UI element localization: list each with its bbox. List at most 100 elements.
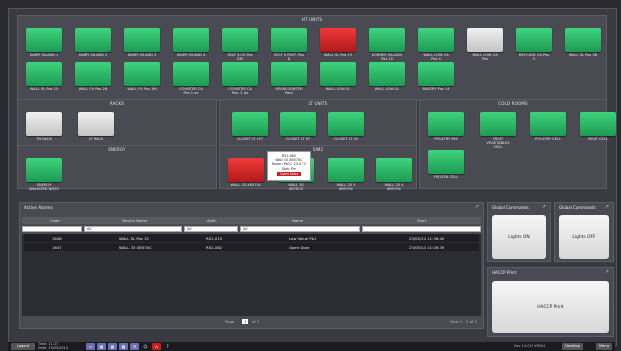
chart-icon[interactable]: ▩ (119, 343, 128, 350)
unit-status-button[interactable] (467, 28, 503, 52)
lights-on-button[interactable]: Lights ON (492, 215, 546, 259)
col-device-name[interactable]: Device Name (122, 218, 147, 223)
unit-status-button[interactable] (228, 158, 264, 182)
unit-status-button[interactable] (26, 62, 62, 86)
unit-status-button[interactable] (232, 112, 268, 136)
unit-tile[interactable]: ENERGY ANALYZER NM22 (26, 158, 62, 196)
unit-status-button[interactable] (280, 112, 316, 136)
unit-status-button[interactable] (428, 150, 464, 174)
unit-status-button[interactable] (271, 28, 307, 52)
page-number-input[interactable]: 1 (242, 319, 249, 324)
expand-icon[interactable]: ↗ (605, 204, 609, 210)
unit-tile[interactable]: REARCOUNTER Pos1 (271, 62, 307, 100)
list-icon[interactable]: ☰ (130, 343, 139, 350)
desktop-button[interactable]: Desktop (562, 343, 583, 350)
filter-name-select[interactable]: All (240, 226, 360, 232)
unit-tile[interactable]: KORNER SALADS Pos 15 (369, 28, 405, 66)
unit-tile[interactable]: SELF S.CS Pos 8M (222, 28, 258, 66)
unit-status-button[interactable] (75, 28, 111, 52)
unit-status-button[interactable] (124, 28, 160, 52)
unit-status-button[interactable] (369, 62, 405, 86)
wifi-icon[interactable]: ≈ (86, 343, 95, 350)
table-row[interactable]: 1648 WALL SL Pos 15 R51-010 Low Value Pb… (24, 234, 479, 242)
unit-tile[interactable]: DAIRY ISLAND 2 (75, 28, 111, 66)
unit-tile[interactable]: SELF S PAST. Pos 8 (271, 28, 307, 66)
unit-status-button[interactable] (320, 62, 356, 86)
unit-status-button[interactable] (26, 28, 62, 52)
cell-code: 1647 (52, 245, 62, 250)
alarm-popup[interactable]: R52-082 Wall 33 XB570C Room (Pb1): 23.4 … (267, 151, 311, 181)
unit-status-button[interactable] (428, 112, 464, 136)
unit-tile[interactable]: WALL LOW CA Pos (467, 28, 503, 66)
unit-tile[interactable]: POULTRY CELL (530, 112, 566, 150)
filter-device-select[interactable]: All (84, 226, 182, 232)
unit-label: DAIRY ISLAND 2 (78, 53, 108, 57)
unit-status-button[interactable] (124, 62, 160, 86)
unit-tile[interactable]: MEAT CELL (580, 112, 616, 150)
user-icon[interactable]: ☺ (141, 343, 150, 350)
unit-status-button[interactable] (222, 28, 258, 52)
col-name[interactable]: Name (292, 218, 303, 223)
unit-tile[interactable]: COUNTER CA Pos 1 ex (173, 62, 209, 100)
layout-icon[interactable]: ▦ (97, 343, 106, 350)
haccp-print-button[interactable]: HACCP Print (492, 281, 609, 333)
unit-tile[interactable]: WALL SL Pos 25 (26, 62, 62, 100)
unit-status-button[interactable] (376, 158, 412, 182)
unit-status-button[interactable] (328, 158, 364, 182)
help-icon[interactable]: ? (163, 343, 172, 350)
unit-tile[interactable]: WALL LOW SL (369, 62, 405, 100)
alarms-expand-icon[interactable]: ↗ (475, 204, 479, 210)
unit-tile[interactable]: WALL SL Pos 3N (565, 28, 601, 66)
unit-status-button[interactable] (418, 62, 454, 86)
unit-status-button[interactable] (530, 112, 566, 136)
unit-status-button[interactable] (580, 112, 616, 136)
unit-tile[interactable]: WALL 33 4 XB570C (376, 158, 412, 196)
unit-tile[interactable]: WALL 33 5 XB570C (328, 158, 364, 196)
unit-status-button[interactable] (173, 62, 209, 86)
filter-code-input[interactable] (22, 226, 82, 232)
unit-status-button[interactable] (565, 28, 601, 52)
unit-tile[interactable]: FROZEN CELL (428, 150, 464, 188)
unit-tile[interactable]: WALL LOW SL (320, 62, 356, 100)
unit-tile[interactable]: POULTRY RHI (428, 112, 464, 150)
unit-tile[interactable]: WALL FV Pos 3M (124, 62, 160, 100)
expand-icon[interactable]: ↗ (542, 204, 546, 210)
unit-tile[interactable]: WALL 33 XB570C (228, 158, 264, 196)
unit-tile[interactable]: WALL LOW CA Pos 4 (418, 28, 454, 66)
unit-tile[interactable]: FRUIT VEGETABLES CELL (480, 112, 516, 150)
filter-addr-select[interactable]: All (184, 226, 238, 232)
unit-status-button[interactable] (75, 62, 111, 86)
unit-status-button[interactable] (173, 28, 209, 52)
table-row[interactable]: 1647 WALL 33 XB570C R52-082 Open Door 23… (24, 243, 479, 251)
menu-button[interactable]: Menu (596, 343, 612, 350)
unit-status-button[interactable] (369, 28, 405, 52)
col-start[interactable]: Start (417, 218, 426, 223)
unit-tile[interactable]: DAIRY ISLAND 4 (173, 28, 209, 66)
logout-button[interactable]: Logout (11, 343, 35, 350)
lights-off-button[interactable]: Lights OFF (559, 215, 609, 259)
col-code[interactable]: Code (50, 218, 60, 223)
unit-tile[interactable]: WALL SL Pos 15 (320, 28, 356, 66)
alarm-icon[interactable]: ⚠ (152, 343, 161, 350)
unit-status-button[interactable] (222, 62, 258, 86)
unit-tile[interactable]: DAIRY ISLAND 3 (124, 28, 160, 66)
unit-status-button[interactable] (418, 28, 454, 52)
unit-status-button[interactable] (328, 112, 364, 136)
unit-status-button[interactable] (320, 28, 356, 52)
grid-icon[interactable]: ▦ (108, 343, 117, 350)
panel-title-ht-units: HT UNITS (301, 17, 323, 22)
col-addr[interactable]: Addr. (207, 218, 217, 223)
unit-status-button[interactable] (271, 62, 307, 86)
unit-tile[interactable]: REF.CASE CA Pos 5 (516, 28, 552, 66)
unit-status-button[interactable] (26, 112, 62, 136)
unit-tile[interactable]: WALL FV Pos 2N (75, 62, 111, 100)
unit-status-button[interactable] (26, 158, 62, 182)
unit-tile[interactable]: DAIRY ISLAND 1 (26, 28, 62, 66)
unit-status-button[interactable] (516, 28, 552, 52)
unit-status-button[interactable] (480, 112, 516, 136)
unit-status-button[interactable] (78, 112, 114, 136)
filter-start-input[interactable] (362, 226, 481, 232)
unit-tile[interactable]: BAKERY Pos 14 (418, 62, 454, 100)
expand-icon[interactable]: ↗ (605, 269, 609, 275)
unit-tile[interactable]: COUNTER CA Pos. 2 dx (222, 62, 258, 100)
